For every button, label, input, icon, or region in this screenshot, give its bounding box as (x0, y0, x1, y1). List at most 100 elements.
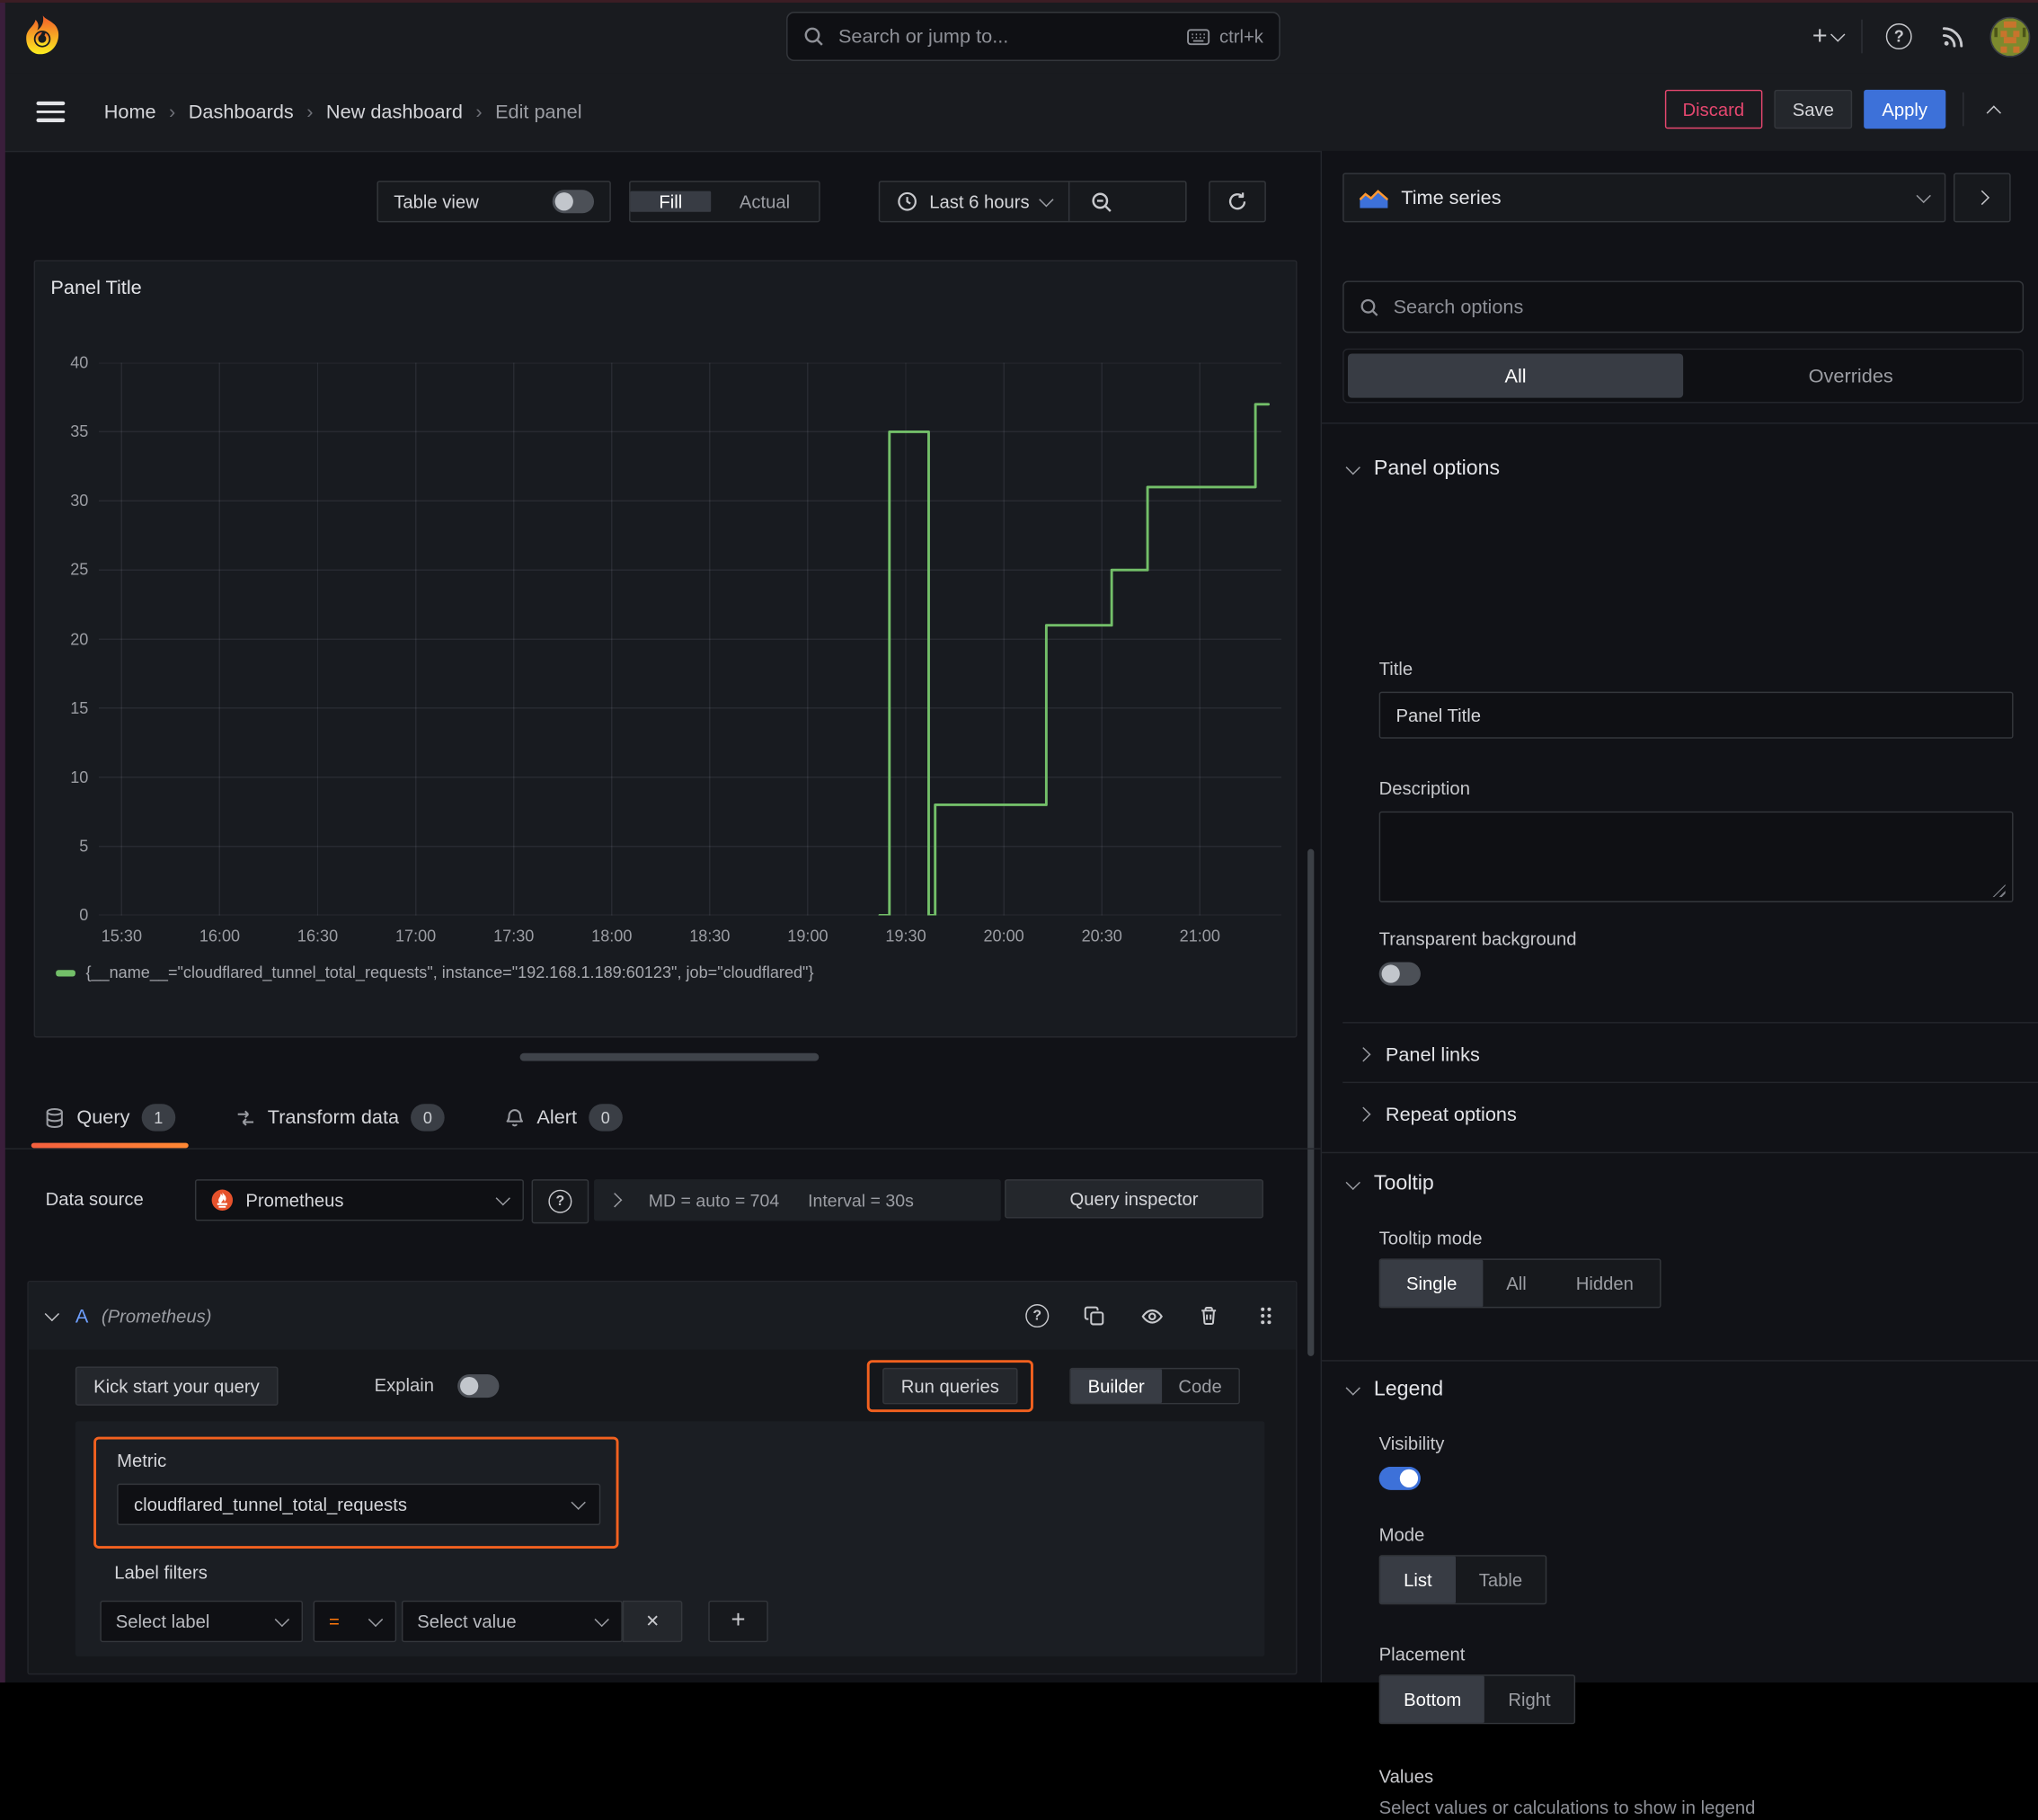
collapse-header-button[interactable] (1976, 91, 2013, 128)
placement-bottom-option[interactable]: Bottom (1380, 1675, 1485, 1723)
alert-count-badge: 0 (589, 1104, 623, 1132)
tooltip-hidden-option[interactable]: Hidden (1550, 1260, 1660, 1307)
panel-title-input[interactable] (1378, 691, 2014, 739)
remove-query-button[interactable] (1197, 1304, 1220, 1327)
grafana-logo-icon[interactable] (23, 15, 62, 57)
options-search[interactable] (1342, 280, 2025, 333)
search-shortcut: ctrl+k (1218, 25, 1263, 48)
chevron-right-icon (607, 1193, 623, 1208)
chevron-down-icon (274, 1611, 290, 1628)
time-range-picker[interactable]: Last 6 hours (880, 182, 1068, 221)
table-view-switch[interactable] (552, 190, 595, 214)
collapse-options-button[interactable] (1953, 173, 2011, 223)
title-label: Title (1378, 658, 1413, 679)
options-sidebar: Time series All Overrides Panel options … (1320, 150, 2038, 1817)
placement-right-option[interactable]: Right (1484, 1676, 1573, 1723)
user-avatar[interactable] (1989, 16, 2031, 57)
prometheus-icon (211, 1189, 234, 1211)
run-queries-button[interactable]: Run queries (882, 1367, 1018, 1405)
query-row-header[interactable]: A (Prometheus) ? (28, 1282, 1297, 1350)
help-button[interactable]: ? (1881, 18, 1918, 55)
zoom-out-icon (1091, 191, 1112, 212)
datasource-help-button[interactable]: ? (531, 1179, 589, 1224)
select-label-dropdown[interactable]: Select label (100, 1600, 304, 1643)
legend-list-option[interactable]: List (1380, 1556, 1456, 1603)
news-button[interactable] (1936, 18, 1972, 55)
chevron-down-icon (1830, 27, 1846, 42)
avatar-pixel-art (1990, 17, 2029, 56)
copy-icon (1084, 1306, 1104, 1326)
pane-resize-handle[interactable] (519, 1052, 820, 1061)
refresh-button[interactable] (1209, 181, 1266, 223)
explain-switch[interactable] (457, 1374, 500, 1398)
breadcrumb-dashboards[interactable]: Dashboards (189, 101, 294, 123)
discard-button[interactable]: Discard (1664, 89, 1763, 129)
tab-all[interactable]: All (1347, 353, 1684, 398)
builder-option[interactable]: Builder (1070, 1369, 1162, 1403)
duplicate-query-button[interactable] (1083, 1304, 1106, 1327)
description-textarea[interactable] (1378, 811, 2014, 902)
query-count-badge: 1 (141, 1104, 176, 1132)
menu-toggle-icon[interactable] (36, 101, 66, 122)
divider (1861, 19, 1863, 54)
panel-options-header[interactable]: Panel options (1345, 457, 1500, 481)
breadcrumb: Home › Dashboards › New dashboard › Edit… (103, 101, 582, 123)
transparent-background-switch[interactable] (1378, 962, 1421, 986)
tab-overrides[interactable]: Overrides (1683, 353, 2018, 397)
query-inspector-button[interactable]: Query inspector (1005, 1179, 1263, 1219)
select-value-dropdown[interactable]: Select value (401, 1600, 623, 1643)
hide-query-button[interactable] (1140, 1304, 1164, 1327)
query-options-summary[interactable]: MD = auto = 704 Interval = 30s (594, 1179, 1001, 1221)
add-menu-button[interactable]: + (1812, 18, 1846, 55)
operator-dropdown[interactable]: = (313, 1600, 397, 1643)
label-filter-row: Select label = Select value ✕ + (75, 1600, 1264, 1643)
breadcrumb-home[interactable]: Home (104, 101, 156, 123)
collapse-query-icon[interactable] (44, 1306, 60, 1322)
options-search-input[interactable] (1390, 294, 2007, 320)
tooltip-section-header[interactable]: Tooltip (1345, 1173, 1434, 1196)
datasource-picker[interactable]: Prometheus (194, 1179, 524, 1221)
legend-item[interactable]: {__name__="cloudflared_tunnel_total_requ… (56, 963, 814, 981)
x-axis-labels: 15:30 16:00 16:30 17:00 17:30 18:00 18:30 19:00… (101, 927, 1220, 946)
actual-option[interactable]: Actual (711, 191, 819, 212)
series-color-swatch (56, 969, 75, 976)
tab-alert[interactable]: Alert 0 (492, 1087, 635, 1148)
tooltip-all-option[interactable]: All (1483, 1260, 1550, 1307)
fill-option[interactable]: Fill (630, 191, 712, 212)
run-queries-annotation: Run queries (866, 1360, 1033, 1413)
query-help-button[interactable]: ? (1025, 1304, 1050, 1328)
legend-table-option[interactable]: Table (1456, 1557, 1546, 1603)
global-search[interactable]: ctrl+k (786, 12, 1280, 61)
global-search-input[interactable] (836, 23, 1175, 49)
tooltip-single-option[interactable]: Single (1380, 1259, 1484, 1307)
repeat-options-section[interactable]: Repeat options (1322, 1092, 2038, 1136)
window-edge (0, 0, 2038, 3)
remove-filter-button[interactable]: ✕ (622, 1600, 683, 1643)
drag-handle-icon[interactable] (1254, 1304, 1278, 1327)
metric-select[interactable]: cloudflared_tunnel_total_requests (117, 1483, 601, 1525)
kick-start-button[interactable]: Kick start your query (75, 1366, 278, 1406)
breadcrumb-new-dashboard[interactable]: New dashboard (326, 101, 463, 123)
code-option[interactable]: Code (1162, 1369, 1239, 1403)
interval: Interval = 30s (808, 1190, 914, 1211)
eye-icon (1140, 1309, 1163, 1323)
legend-mode-label: Mode (1378, 1523, 1425, 1545)
breadcrumb-edit-panel: Edit panel (495, 101, 582, 123)
datasource-row: Data source Prometheus ? MD = auto = 704… (0, 1179, 1321, 1224)
zoom-out-button[interactable] (1068, 182, 1132, 221)
visualization-picker[interactable]: Time series (1342, 173, 1946, 223)
save-button[interactable]: Save (1774, 89, 1853, 129)
tab-query[interactable]: Query 1 (31, 1087, 189, 1149)
apply-button[interactable]: Apply (1864, 89, 1946, 129)
tab-transform-data[interactable]: Transform data 0 (222, 1087, 457, 1148)
legend-mode-segment: List Table (1378, 1555, 1547, 1605)
database-icon (44, 1107, 65, 1128)
legend-visibility-switch[interactable] (1378, 1466, 1421, 1490)
legend-section-header[interactable]: Legend (1345, 1378, 1443, 1401)
chart-plot[interactable] (98, 361, 1282, 917)
query-ref-id: A (75, 1304, 89, 1327)
add-filter-button[interactable]: + (708, 1600, 768, 1643)
help-icon: ? (1885, 23, 1912, 49)
panel-links-section[interactable]: Panel links (1322, 1033, 2038, 1077)
query-toolbar-row: Kick start your query Explain Run querie… (29, 1360, 1296, 1413)
